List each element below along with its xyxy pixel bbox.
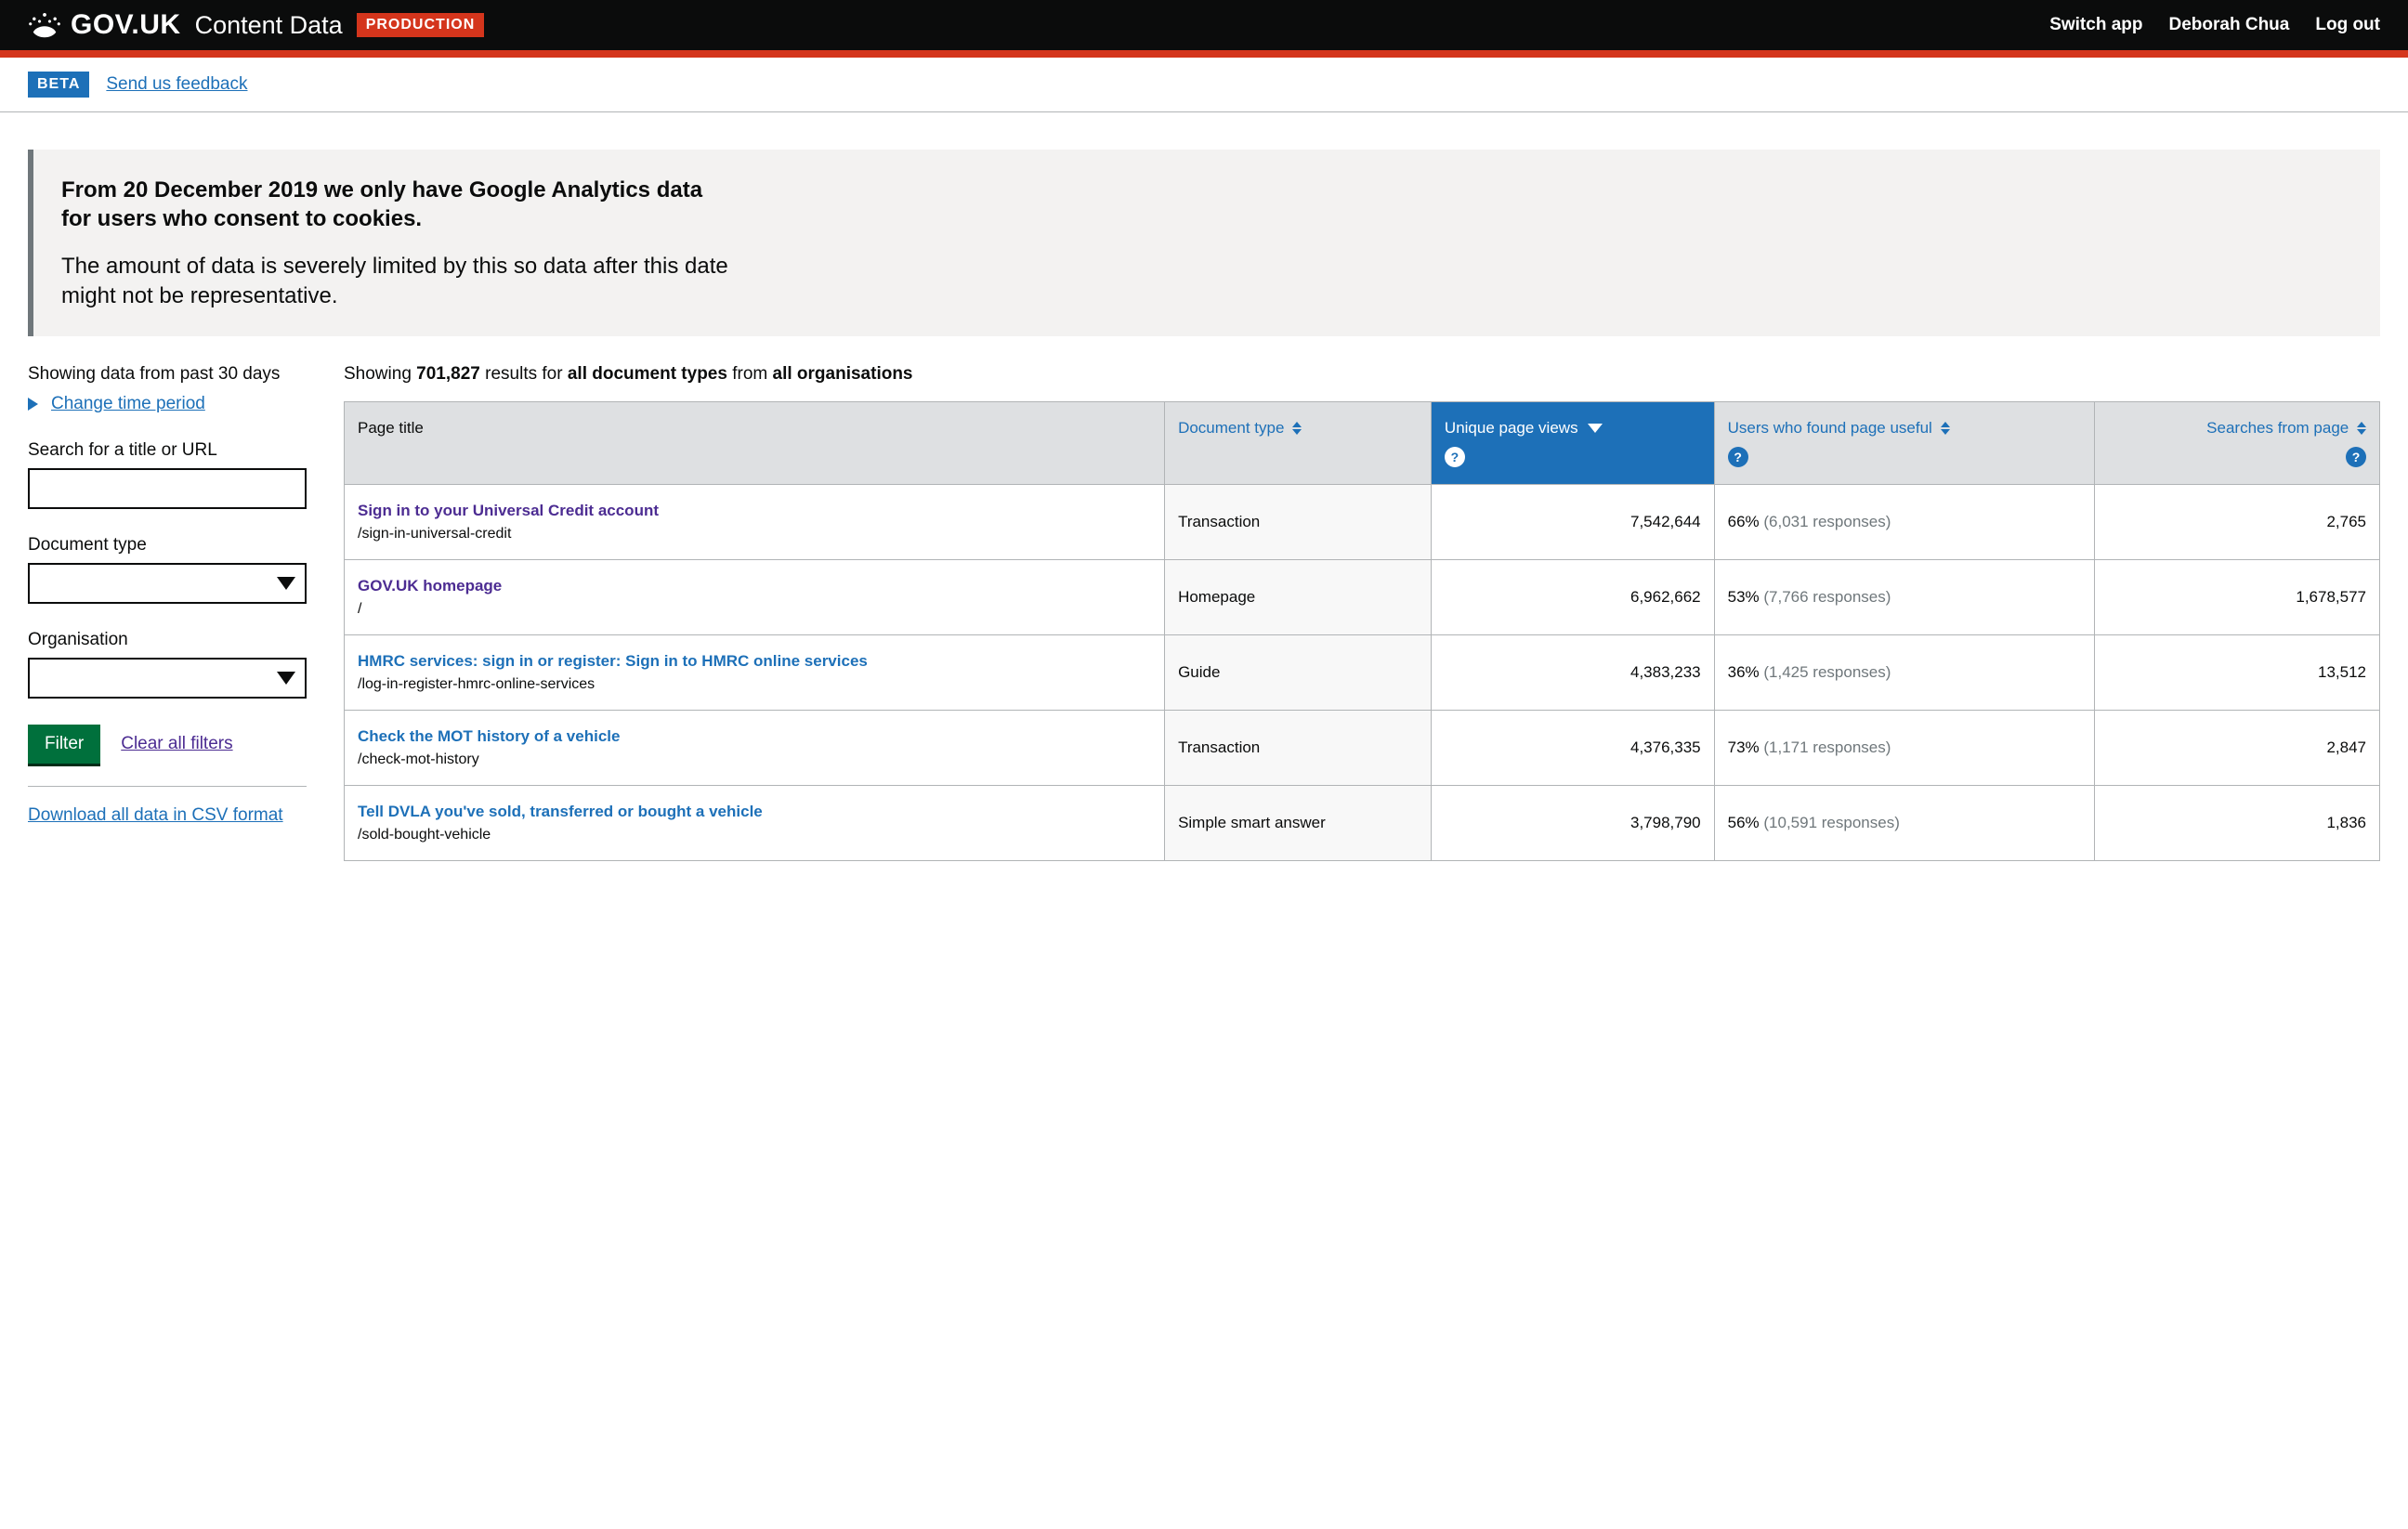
cell-doc-type: Transaction (1165, 710, 1432, 785)
cell-searches: 2,765 (2095, 484, 2380, 559)
cell-page-title: Tell DVLA you've sold, transferred or bo… (345, 785, 1165, 860)
cell-doc-type: Homepage (1165, 559, 1432, 634)
notice-text-primary: From 20 December 2019 we only have Googl… (61, 176, 730, 233)
cell-useful: 53% (7,766 responses) (1714, 559, 2094, 634)
govuk-text: GOV.UK (71, 9, 181, 41)
page-path: / (358, 601, 361, 617)
cell-useful: 66% (6,031 responses) (1714, 484, 2094, 559)
expand-icon (28, 398, 38, 411)
accent-bar (0, 50, 2408, 58)
help-icon[interactable]: ? (2346, 447, 2366, 467)
table-row: Check the MOT history of a vehicle/check… (345, 710, 2380, 785)
col-page-title: Page title (345, 401, 1165, 484)
table-row: Tell DVLA you've sold, transferred or bo… (345, 785, 2380, 860)
page-path: /sign-in-universal-credit (358, 526, 511, 542)
cell-searches: 1,678,577 (2095, 559, 2380, 634)
sort-icon (1941, 422, 1950, 435)
header-nav: Switch app Deborah Chua Log out (2049, 15, 2380, 35)
cell-unique-views: 4,383,233 (1431, 634, 1714, 710)
cell-page-title: Check the MOT history of a vehicle/check… (345, 710, 1165, 785)
cell-doc-type: Transaction (1165, 484, 1432, 559)
page-title-link[interactable]: HMRC services: sign in or register: Sign… (358, 652, 1151, 671)
cell-unique-views: 7,542,644 (1431, 484, 1714, 559)
col-searches[interactable]: Searches from page ? (2095, 401, 2380, 484)
download-csv-link[interactable]: Download all data in CSV format (28, 805, 283, 825)
results-caption: Showing 701,827 results for all document… (344, 364, 2380, 385)
help-icon[interactable]: ? (1445, 447, 1465, 467)
cell-unique-views: 6,962,662 (1431, 559, 1714, 634)
cell-searches: 2,847 (2095, 710, 2380, 785)
page-path: /log-in-register-hmrc-online-services (358, 676, 595, 692)
search-input[interactable] (28, 468, 307, 509)
app-name: Content Data (195, 11, 343, 40)
notice-banner: From 20 December 2019 we only have Googl… (28, 150, 2380, 336)
phase-banner: BETA Send us feedback (0, 58, 2408, 112)
sort-desc-icon (1588, 424, 1603, 433)
page-title-link[interactable]: Tell DVLA you've sold, transferred or bo… (358, 803, 1151, 821)
search-label: Search for a title or URL (28, 440, 307, 461)
divider (28, 786, 307, 787)
cell-unique-views: 3,798,790 (1431, 785, 1714, 860)
organisation-label: Organisation (28, 630, 307, 650)
cell-page-title: Sign in to your Universal Credit account… (345, 484, 1165, 559)
beta-tag: BETA (28, 72, 89, 98)
cell-useful: 73% (1,171 responses) (1714, 710, 2094, 785)
main-content: Showing data from past 30 days Change ti… (0, 364, 2408, 861)
doc-type-select[interactable] (28, 563, 307, 604)
col-doc-type[interactable]: Document type (1165, 401, 1432, 484)
environment-tag: PRODUCTION (357, 13, 485, 37)
cell-searches: 1,836 (2095, 785, 2380, 860)
doc-type-label: Document type (28, 535, 307, 555)
cell-useful: 36% (1,425 responses) (1714, 634, 2094, 710)
help-icon[interactable]: ? (1728, 447, 1748, 467)
change-time-link[interactable]: Change time period (51, 394, 205, 414)
global-header: GOV.UK Content Data PRODUCTION Switch ap… (0, 0, 2408, 50)
page-title-link[interactable]: Sign in to your Universal Credit account (358, 502, 1151, 520)
clear-filters-link[interactable]: Clear all filters (121, 734, 232, 754)
switch-app-link[interactable]: Switch app (2049, 15, 2142, 35)
logout-link[interactable]: Log out (2315, 15, 2380, 35)
table-row: GOV.UK homepage / Homepage6,962,66253% (7,… (345, 559, 2380, 634)
notice-text-secondary: The amount of data is severely limited b… (61, 252, 730, 309)
cell-unique-views: 4,376,335 (1431, 710, 1714, 785)
results-area: Showing 701,827 results for all document… (344, 364, 2380, 861)
page-path: /check-mot-history (358, 751, 479, 767)
page-path: /sold-bought-vehicle (358, 827, 491, 843)
govuk-logo[interactable]: GOV.UK (28, 9, 181, 41)
results-table: Page title Document type Unique page vie… (344, 401, 2380, 861)
sort-icon (2357, 422, 2366, 435)
sort-icon (1292, 422, 1302, 435)
organisation-select[interactable] (28, 658, 307, 699)
change-time-period[interactable]: Change time period (28, 394, 307, 414)
filters-sidebar: Showing data from past 30 days Change ti… (28, 364, 307, 861)
time-period-label: Showing data from past 30 days (28, 364, 307, 385)
cell-page-title: GOV.UK homepage / (345, 559, 1165, 634)
user-name-link[interactable]: Deborah Chua (2169, 15, 2290, 35)
col-unique-views[interactable]: Unique page views ? (1431, 401, 1714, 484)
cell-doc-type: Simple smart answer (1165, 785, 1432, 860)
feedback-link[interactable]: Send us feedback (106, 74, 247, 95)
cell-page-title: HMRC services: sign in or register: Sign… (345, 634, 1165, 710)
header-left: GOV.UK Content Data PRODUCTION (28, 9, 484, 41)
cell-useful: 56% (10,591 responses) (1714, 785, 2094, 860)
page-title-link[interactable]: GOV.UK homepage (358, 577, 1151, 595)
cell-doc-type: Guide (1165, 634, 1432, 710)
table-row: Sign in to your Universal Credit account… (345, 484, 2380, 559)
table-row: HMRC services: sign in or register: Sign… (345, 634, 2380, 710)
filter-button[interactable]: Filter (28, 725, 100, 764)
crown-icon (28, 11, 61, 39)
cell-searches: 13,512 (2095, 634, 2380, 710)
col-useful[interactable]: Users who found page useful ? (1714, 401, 2094, 484)
page-title-link[interactable]: Check the MOT history of a vehicle (358, 727, 1151, 746)
